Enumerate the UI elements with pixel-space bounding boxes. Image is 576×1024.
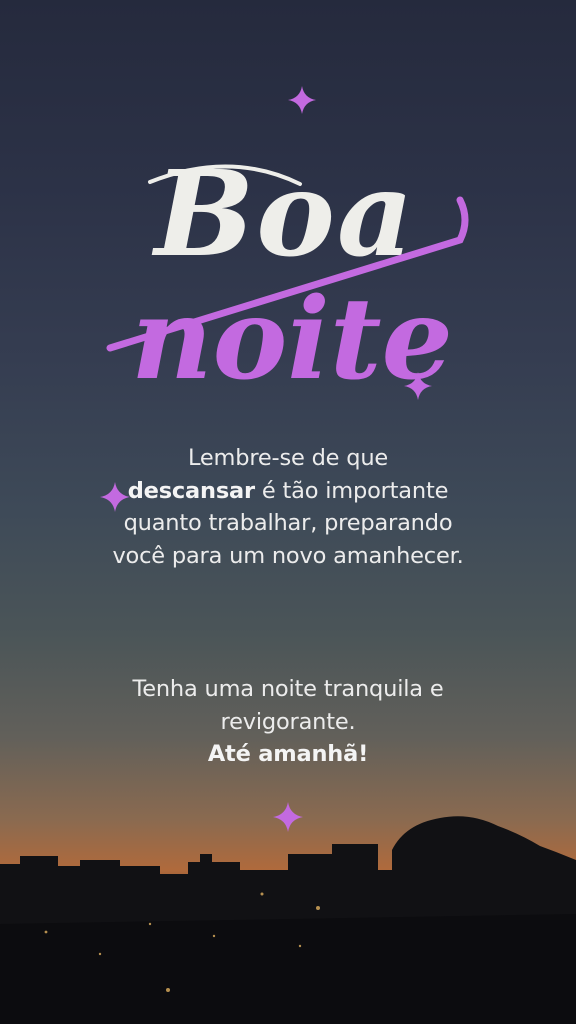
sparkle-icon bbox=[288, 86, 316, 114]
closing-line2: Até amanhã! bbox=[207, 741, 369, 767]
title-boa: Boa bbox=[152, 144, 416, 283]
message-emphasis: descansar bbox=[127, 477, 255, 504]
sparkle-icon bbox=[273, 802, 303, 832]
message-part1: Lembre-se de que bbox=[187, 445, 389, 471]
greeting-card: Boa noite Lembre-se de que descansar é t… bbox=[0, 0, 576, 1024]
closing-text: Tenha uma noite tranquila e revigorante.… bbox=[108, 673, 468, 771]
city-skyline bbox=[0, 816, 576, 1024]
closing-line1: Tenha uma noite tranquila e revigorante. bbox=[132, 676, 444, 735]
sparkle-icon bbox=[404, 372, 432, 400]
message-text: Lembre-se de que descansar é tão importa… bbox=[108, 442, 468, 572]
title-lettering: Boa noite bbox=[0, 120, 576, 420]
